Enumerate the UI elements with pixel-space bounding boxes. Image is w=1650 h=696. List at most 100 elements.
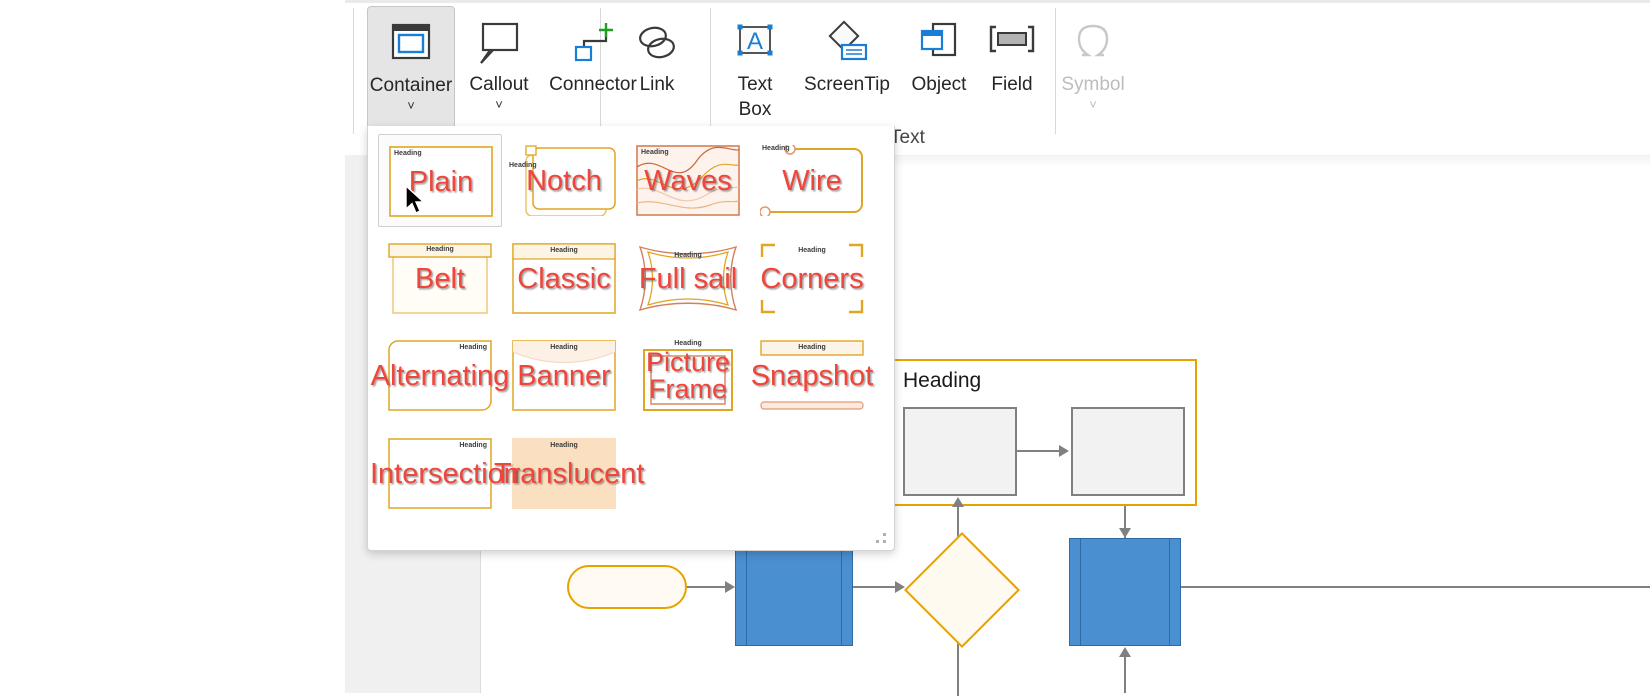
arrow-head-up-2 — [1119, 647, 1131, 657]
thumb-name-11: Snapshot — [750, 359, 874, 392]
thumb-name-3: Wire — [782, 164, 842, 197]
object-button-label: Object — [911, 74, 967, 95]
connector-box1-to-box2[interactable] — [1017, 450, 1061, 452]
gallery-item-translucent[interactable]: Heading Translucent — [494, 427, 644, 520]
container-button[interactable]: Container ˅ — [367, 6, 455, 138]
screentip-button-label: ScreenTip — [804, 74, 890, 95]
thumb-name-8: Alternating — [370, 359, 510, 392]
thumb-heading-13: Heading — [550, 442, 578, 449]
screentip-icon — [797, 14, 897, 72]
chevron-down-icon-symbol: ˅ — [1089, 97, 1097, 112]
gallery-item-alternating[interactable]: Heading Alternating — [371, 329, 509, 422]
heading-container-shape[interactable]: Heading — [887, 359, 1197, 506]
arrow-head-right-2 — [725, 581, 735, 593]
predefined-process-2-shape[interactable] — [1069, 538, 1181, 646]
gallery-item-picture-frame[interactable]: Heading Picture Frame — [626, 329, 750, 422]
thumb-heading-0: Heading — [394, 150, 422, 157]
text-box-button-label: Text Box — [737, 74, 773, 120]
text-box-button[interactable]: A Text Box — [717, 6, 793, 138]
callout-button[interactable]: Callout ˅ — [457, 6, 541, 138]
gallery-item-snapshot[interactable]: Heading Snapshot — [750, 329, 874, 422]
thumb-picture-frame: Heading Picture Frame — [636, 340, 740, 411]
gallery-item-notch[interactable]: Heading Notch — [502, 134, 626, 227]
thumb-belt: Heading Belt — [388, 243, 492, 314]
gallery-grid: Heading Plain Heading Notch Heading Wave… — [368, 126, 894, 550]
object-icon — [901, 14, 977, 72]
container-style-gallery[interactable]: Heading Plain Heading Notch Heading Wave… — [367, 126, 895, 551]
thumb-heading-8: Heading — [459, 344, 487, 351]
container-heading-label: Heading — [903, 369, 982, 392]
thumb-wire: Heading Wire — [760, 145, 864, 216]
gallery-item-wire[interactable]: Heading Wire — [750, 134, 874, 227]
gallery-item-corners[interactable]: Heading Corners — [750, 232, 874, 325]
mouse-cursor — [404, 184, 426, 222]
connector-up-into-process2[interactable] — [1124, 656, 1126, 693]
thumb-heading-4: Heading — [426, 246, 454, 253]
thumb-name-1: Notch — [526, 164, 602, 197]
connector-process2-right[interactable] — [1181, 586, 1650, 588]
field-button[interactable]: Field — [977, 6, 1047, 116]
arrow-head-down-1 — [1119, 528, 1131, 538]
predefined-process-1-shape[interactable] — [735, 538, 853, 646]
symbol-button-label: Symbol — [1061, 74, 1125, 95]
thumb-full-sail: Heading Full sail — [636, 243, 740, 314]
thumb-name-6: Full sail — [638, 262, 738, 295]
thumb-name-12: Intersection — [370, 457, 520, 490]
ribbon-top-edge — [345, 0, 1650, 3]
process-box-1[interactable] — [903, 407, 1017, 496]
thumb-name-10: Picture Frame — [645, 346, 731, 404]
thumb-classic: Heading Classic — [512, 243, 616, 314]
gallery-item-intersection[interactable]: Heading Intersection — [370, 427, 520, 520]
process-box-2[interactable] — [1071, 407, 1185, 496]
thumb-name-13: Translucent — [494, 457, 645, 490]
thumb-heading-9: Heading — [550, 344, 578, 351]
gallery-item-plain[interactable]: Heading Plain — [378, 134, 502, 227]
symbol-button[interactable]: Symbol ˅ — [1047, 6, 1139, 138]
thumb-heading-5: Heading — [550, 247, 578, 254]
thumb-name-0: Plain — [408, 165, 474, 198]
container-button-label: Container — [369, 75, 453, 96]
left-gutter — [0, 0, 345, 693]
text-group-label: Text — [890, 127, 925, 148]
thumb-heading-6: Heading — [674, 252, 702, 259]
gallery-item-full-sail[interactable]: Heading Full sail — [626, 232, 750, 325]
arrow-head-up-1 — [952, 497, 964, 507]
gallery-resize-grip[interactable] — [876, 533, 887, 544]
thumb-heading-3: Heading — [762, 145, 790, 152]
connector-terminator-to-process[interactable] — [687, 586, 729, 588]
start-terminator-shape[interactable] — [567, 565, 687, 609]
gallery-item-waves[interactable]: Heading Waves — [626, 134, 750, 227]
group-separator-3 — [710, 8, 711, 134]
thumb-translucent: Heading Translucent — [494, 438, 644, 509]
gallery-item-classic[interactable]: Heading Classic — [502, 232, 626, 325]
thumb-name-9: Banner — [517, 359, 611, 392]
thumb-name-5: Classic — [517, 262, 611, 295]
symbol-icon — [1047, 14, 1139, 72]
arrow-head-right-3 — [895, 581, 905, 593]
group-separator-1 — [353, 8, 354, 134]
gallery-item-banner[interactable]: Heading Banner — [502, 329, 626, 422]
arrow-head-right — [1059, 445, 1069, 457]
thumb-corners: Heading Corners — [760, 243, 864, 314]
thumb-heading-12: Heading — [459, 442, 487, 449]
thumb-intersection: Heading Intersection — [370, 438, 520, 509]
thumb-heading-7: Heading — [798, 247, 826, 254]
gallery-item-belt[interactable]: Heading Belt — [378, 232, 502, 325]
link-icon — [617, 14, 697, 72]
svg-text:A: A — [747, 28, 763, 55]
container-icon — [368, 15, 454, 73]
link-button-label: Link — [639, 74, 675, 95]
object-button[interactable]: Object — [901, 6, 977, 116]
thumb-name-2: Waves — [644, 164, 732, 197]
field-button-label: Field — [991, 74, 1033, 95]
chevron-down-icon: ˅ — [407, 98, 415, 113]
text-box-icon: A — [717, 14, 793, 72]
decision-diamond-shape[interactable] — [904, 532, 1020, 648]
connector-process-to-decision[interactable] — [853, 586, 901, 588]
link-button[interactable]: Link — [617, 6, 697, 116]
callout-button-label: Callout — [469, 74, 529, 95]
application-window: Heading Container ˅ Callout ˅ Connector … — [0, 0, 1650, 696]
thumb-heading-11: Heading — [798, 344, 826, 351]
thumb-alternating: Heading Alternating — [371, 340, 509, 411]
screentip-button[interactable]: ScreenTip — [797, 6, 897, 116]
